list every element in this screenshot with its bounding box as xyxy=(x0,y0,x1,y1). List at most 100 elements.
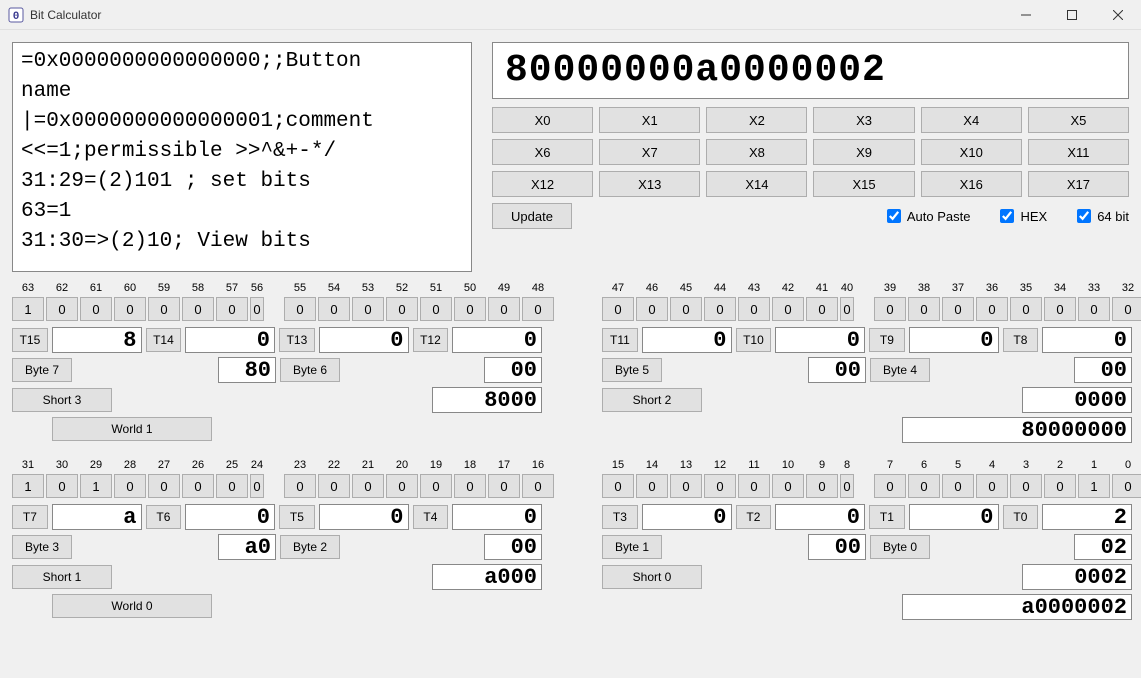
bit-22[interactable]: 0 xyxy=(318,474,350,498)
script-input[interactable]: =0x0000000000000000;;Button name |=0x000… xyxy=(12,42,472,272)
x-button-14[interactable]: X14 xyxy=(706,171,807,197)
short-btn[interactable]: Short 3 xyxy=(12,388,112,412)
byte-btn[interactable]: Byte 5 xyxy=(602,358,662,382)
bit-18[interactable]: 0 xyxy=(454,474,486,498)
bit-11[interactable]: 0 xyxy=(738,474,770,498)
nibble-btn-t4[interactable]: T4 xyxy=(413,505,449,529)
short-btn[interactable]: Short 0 xyxy=(602,565,702,589)
bit-28[interactable]: 0 xyxy=(114,474,146,498)
bit-5[interactable]: 0 xyxy=(942,474,974,498)
byte-btn[interactable]: Byte 6 xyxy=(280,358,340,382)
bit-50[interactable]: 0 xyxy=(454,297,486,321)
bit-57[interactable]: 0 xyxy=(216,297,248,321)
nibble-btn-t1[interactable]: T1 xyxy=(869,505,905,529)
byte-btn[interactable]: Byte 0 xyxy=(870,535,930,559)
bit-10[interactable]: 0 xyxy=(772,474,804,498)
short-btn[interactable]: Short 2 xyxy=(602,388,702,412)
x-button-16[interactable]: X16 xyxy=(921,171,1022,197)
x-button-0[interactable]: X0 xyxy=(492,107,593,133)
update-button[interactable]: Update xyxy=(492,203,572,229)
bit-16[interactable]: 0 xyxy=(522,474,554,498)
x-button-4[interactable]: X4 xyxy=(921,107,1022,133)
world-btn[interactable]: World 1 xyxy=(52,417,212,441)
bit-19[interactable]: 0 xyxy=(420,474,452,498)
bit-15[interactable]: 0 xyxy=(602,474,634,498)
byte-btn[interactable]: Byte 7 xyxy=(12,358,72,382)
x-button-9[interactable]: X9 xyxy=(813,139,914,165)
bit-49[interactable]: 0 xyxy=(488,297,520,321)
bit-25[interactable]: 0 xyxy=(216,474,248,498)
nibble-btn-t5[interactable]: T5 xyxy=(279,505,315,529)
bit-59[interactable]: 0 xyxy=(148,297,180,321)
nibble-btn-t9[interactable]: T9 xyxy=(869,328,905,352)
bit-14[interactable]: 0 xyxy=(636,474,668,498)
byte-btn[interactable]: Byte 3 xyxy=(12,535,72,559)
bit-27[interactable]: 0 xyxy=(148,474,180,498)
bit-58[interactable]: 0 xyxy=(182,297,214,321)
world-btn[interactable]: World 0 xyxy=(52,594,212,618)
bit-9[interactable]: 0 xyxy=(806,474,838,498)
bit-24[interactable]: 0 xyxy=(250,474,264,498)
auto-paste-checkbox[interactable]: Auto Paste xyxy=(887,209,971,224)
64bit-checkbox[interactable]: 64 bit xyxy=(1077,209,1129,224)
bit-33[interactable]: 0 xyxy=(1078,297,1110,321)
nibble-btn-t14[interactable]: T14 xyxy=(146,328,182,352)
x-button-17[interactable]: X17 xyxy=(1028,171,1129,197)
close-button[interactable] xyxy=(1095,0,1141,30)
bit-54[interactable]: 0 xyxy=(318,297,350,321)
bit-8[interactable]: 0 xyxy=(840,474,854,498)
x-button-3[interactable]: X3 xyxy=(813,107,914,133)
short-btn[interactable]: Short 1 xyxy=(12,565,112,589)
bit-62[interactable]: 0 xyxy=(46,297,78,321)
bit-6[interactable]: 0 xyxy=(908,474,940,498)
nibble-btn-t13[interactable]: T13 xyxy=(279,328,315,352)
bit-31[interactable]: 1 xyxy=(12,474,44,498)
nibble-btn-t10[interactable]: T10 xyxy=(736,328,772,352)
bit-37[interactable]: 0 xyxy=(942,297,974,321)
bit-30[interactable]: 0 xyxy=(46,474,78,498)
byte-btn[interactable]: Byte 2 xyxy=(280,535,340,559)
bit-12[interactable]: 0 xyxy=(704,474,736,498)
x-button-10[interactable]: X10 xyxy=(921,139,1022,165)
nibble-btn-t6[interactable]: T6 xyxy=(146,505,182,529)
bit-35[interactable]: 0 xyxy=(1010,297,1042,321)
nibble-btn-t8[interactable]: T8 xyxy=(1003,328,1039,352)
bit-21[interactable]: 0 xyxy=(352,474,384,498)
nibble-btn-t12[interactable]: T12 xyxy=(413,328,449,352)
x-button-8[interactable]: X8 xyxy=(706,139,807,165)
bit-48[interactable]: 0 xyxy=(522,297,554,321)
nibble-btn-t2[interactable]: T2 xyxy=(736,505,772,529)
nibble-btn-t15[interactable]: T15 xyxy=(12,328,48,352)
nibble-btn-t3[interactable]: T3 xyxy=(602,505,638,529)
maximize-button[interactable] xyxy=(1049,0,1095,30)
x-button-11[interactable]: X11 xyxy=(1028,139,1129,165)
bit-41[interactable]: 0 xyxy=(806,297,838,321)
bit-47[interactable]: 0 xyxy=(602,297,634,321)
bit-17[interactable]: 0 xyxy=(488,474,520,498)
x-button-13[interactable]: X13 xyxy=(599,171,700,197)
x-button-2[interactable]: X2 xyxy=(706,107,807,133)
bit-1[interactable]: 1 xyxy=(1078,474,1110,498)
x-button-7[interactable]: X7 xyxy=(599,139,700,165)
bit-23[interactable]: 0 xyxy=(284,474,316,498)
x-button-15[interactable]: X15 xyxy=(813,171,914,197)
bit-56[interactable]: 0 xyxy=(250,297,264,321)
byte-btn[interactable]: Byte 4 xyxy=(870,358,930,382)
bit-53[interactable]: 0 xyxy=(352,297,384,321)
x-button-5[interactable]: X5 xyxy=(1028,107,1129,133)
bit-45[interactable]: 0 xyxy=(670,297,702,321)
bit-46[interactable]: 0 xyxy=(636,297,668,321)
bit-63[interactable]: 1 xyxy=(12,297,44,321)
bit-61[interactable]: 0 xyxy=(80,297,112,321)
nibble-btn-t7[interactable]: T7 xyxy=(12,505,48,529)
nibble-btn-t0[interactable]: T0 xyxy=(1003,505,1039,529)
bit-29[interactable]: 1 xyxy=(80,474,112,498)
bit-7[interactable]: 0 xyxy=(874,474,906,498)
bit-39[interactable]: 0 xyxy=(874,297,906,321)
bit-4[interactable]: 0 xyxy=(976,474,1008,498)
bit-20[interactable]: 0 xyxy=(386,474,418,498)
bit-44[interactable]: 0 xyxy=(704,297,736,321)
byte-btn[interactable]: Byte 1 xyxy=(602,535,662,559)
bit-43[interactable]: 0 xyxy=(738,297,770,321)
bit-55[interactable]: 0 xyxy=(284,297,316,321)
